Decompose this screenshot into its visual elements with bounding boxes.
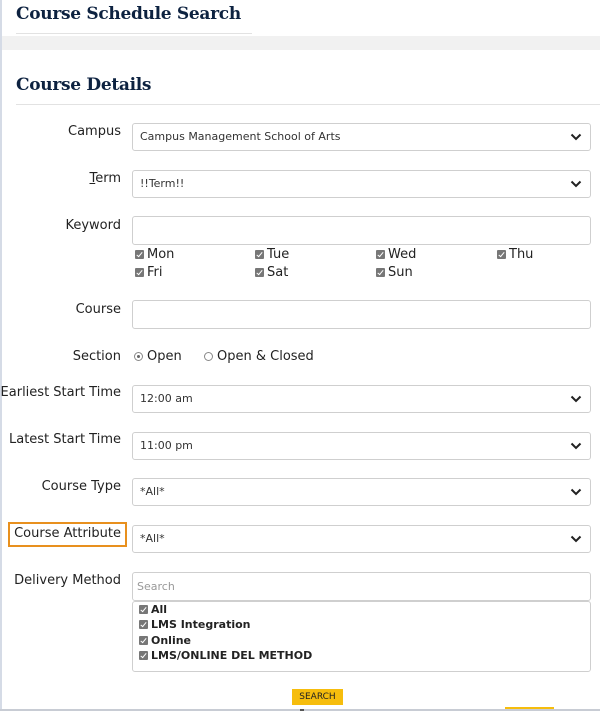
term-label: Term [89, 171, 121, 186]
checkbox-checked-icon [135, 250, 144, 259]
section-divider [16, 104, 600, 105]
header-band [2, 36, 600, 50]
checkbox-checked-icon [139, 605, 148, 614]
term-select[interactable]: !!Term!! [132, 170, 591, 198]
delivery-method-list: All LMS Integration Online LMS/ONLINE DE… [132, 601, 591, 672]
delivery-method-search-input[interactable]: Search [132, 572, 591, 601]
radio-selected-icon [134, 352, 143, 361]
title-divider [16, 33, 252, 34]
chevron-down-icon [570, 535, 582, 543]
checkbox-checked-icon [376, 250, 385, 259]
checkbox-checked-icon [255, 250, 264, 259]
course-input[interactable] [132, 300, 591, 329]
bottom-yellow-accent [505, 707, 554, 709]
keyword-input[interactable] [132, 216, 591, 245]
campus-label: Campus [68, 124, 121, 139]
term-value: !!Term!! [140, 177, 185, 190]
latest-start-label: Latest Start Time [8, 432, 121, 447]
campus-value: Campus Management School of Arts [140, 130, 341, 143]
section-radio-open[interactable]: Open [134, 349, 182, 364]
latest-start-select[interactable]: 11:00 pm [132, 432, 591, 460]
course-type-select[interactable]: *All* [132, 478, 591, 506]
latest-start-value: 11:00 pm [140, 439, 193, 452]
delivery-method-search-placeholder: Search [137, 580, 175, 593]
day-checkbox-wed[interactable]: Wed [376, 247, 416, 262]
day-checkbox-tue[interactable]: Tue [255, 247, 289, 262]
course-label: Course [75, 302, 121, 317]
chevron-down-icon [570, 488, 582, 496]
search-button[interactable]: SEARCH [292, 689, 343, 705]
checkbox-checked-icon [376, 268, 385, 277]
day-checkbox-thu[interactable]: Thu [497, 247, 533, 262]
chevron-down-icon [570, 395, 582, 403]
day-checkbox-fri[interactable]: Fri [135, 265, 163, 280]
keyword-label: Keyword [65, 218, 121, 233]
chevron-down-icon [570, 442, 582, 450]
checkbox-checked-icon [139, 651, 148, 660]
day-checkbox-mon[interactable]: Mon [135, 247, 174, 262]
earliest-start-label: Earliest Start Time [0, 385, 121, 400]
page-title: Course Schedule Search [16, 4, 241, 24]
course-type-value: *All* [140, 485, 165, 498]
checkbox-checked-icon [139, 620, 148, 629]
course-attribute-value: *All* [140, 532, 165, 545]
day-checkbox-sat[interactable]: Sat [255, 265, 288, 280]
term-label-rest: erm [95, 171, 121, 186]
course-attribute-select[interactable]: *All* [132, 525, 591, 553]
delivery-option-all[interactable]: All [139, 603, 167, 616]
campus-select[interactable]: Campus Management School of Arts [132, 123, 591, 151]
delivery-option-lms-integration[interactable]: LMS Integration [139, 618, 251, 631]
chevron-down-icon [570, 133, 582, 141]
course-attribute-label: Course Attribute [14, 526, 121, 541]
delivery-option-lms-online-del-method[interactable]: LMS/ONLINE DEL METHOD [139, 649, 312, 662]
checkbox-checked-icon [255, 268, 264, 277]
checkbox-checked-icon [497, 250, 506, 259]
earliest-start-value: 12:00 am [140, 392, 193, 405]
section-label: Section [72, 349, 121, 364]
checkbox-checked-icon [139, 636, 148, 645]
radio-unselected-icon [204, 352, 213, 361]
section-radio-open-closed[interactable]: Open & Closed [204, 349, 314, 364]
chevron-down-icon [570, 180, 582, 188]
delivery-option-online[interactable]: Online [139, 634, 191, 647]
delivery-method-label: Delivery Method [14, 573, 121, 588]
checkbox-checked-icon [135, 268, 144, 277]
course-type-label: Course Type [41, 479, 121, 494]
earliest-start-select[interactable]: 12:00 am [132, 385, 591, 413]
section-title: Course Details [16, 75, 152, 95]
day-checkbox-sun[interactable]: Sun [376, 265, 413, 280]
page-left-border [0, 0, 2, 711]
